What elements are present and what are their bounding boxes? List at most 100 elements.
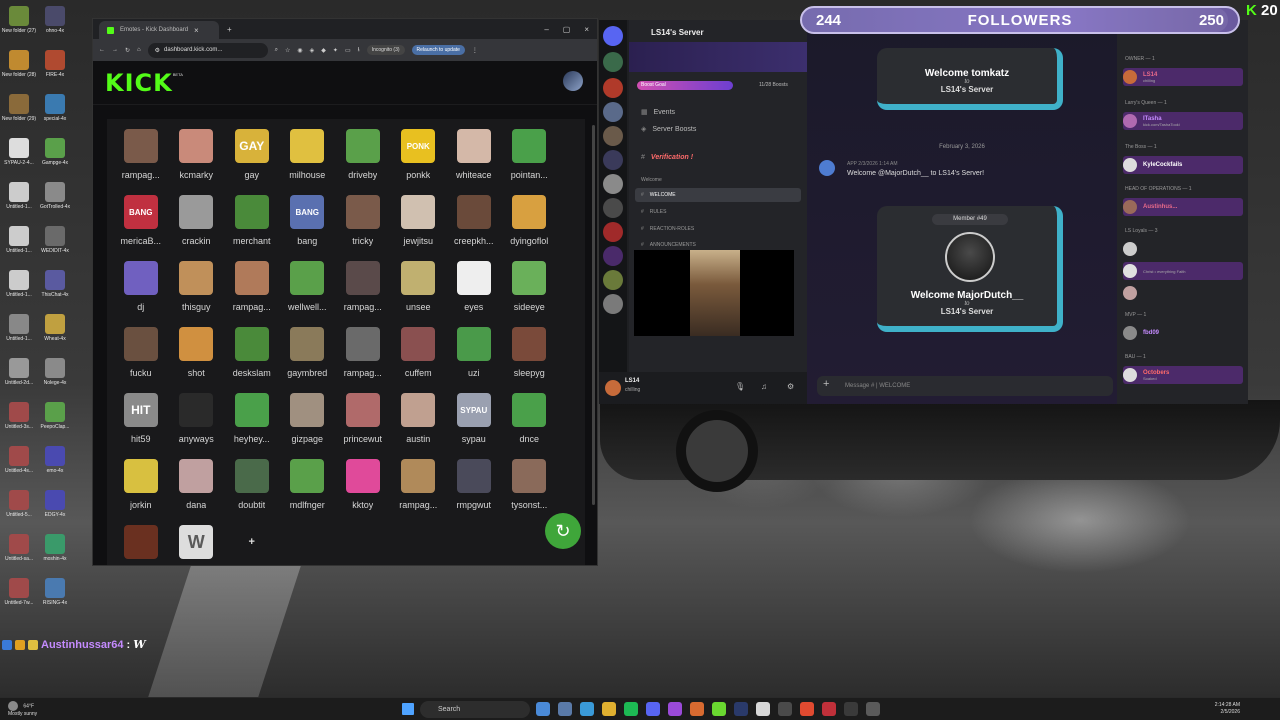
emote-item[interactable]: unsee: [391, 261, 447, 327]
desktop-icon[interactable]: PeepoClap...: [34, 402, 76, 430]
desktop-icon[interactable]: Wheat-4x: [34, 314, 76, 342]
emote-item[interactable]: BANG mericaB...: [113, 195, 169, 261]
desktop-icon[interactable]: ThisChat-4x: [34, 270, 76, 298]
app-icon[interactable]: [756, 702, 770, 716]
app-icon[interactable]: [690, 702, 704, 716]
app-icon[interactable]: [668, 702, 682, 716]
desktop-icon[interactable]: Nolege-4x: [34, 358, 76, 386]
support-button[interactable]: ↻: [545, 513, 581, 549]
emote-item[interactable]: crackin: [169, 195, 225, 261]
desktop-icon[interactable]: Gampge-4x: [34, 138, 76, 166]
kick-logo[interactable]: KICK: [105, 69, 173, 97]
site-info-icon[interactable]: ⚙: [155, 47, 160, 54]
emote-item[interactable]: rampag...: [391, 459, 447, 525]
extension-icon[interactable]: ◆: [321, 47, 326, 54]
emote-item[interactable]: princewut: [335, 393, 391, 459]
server-icon[interactable]: [603, 222, 623, 242]
emote-item[interactable]: pointan...: [502, 129, 558, 195]
member-item[interactable]: ITasha kick.com/TashaTooki: [1123, 112, 1243, 130]
browser-tab[interactable]: Emotes - Kick Dashboard ×: [99, 21, 219, 39]
emote-item[interactable]: mdlfnger: [280, 459, 336, 525]
zoom-icon[interactable]: ⌕: [275, 47, 278, 54]
edge-icon[interactable]: [580, 702, 594, 716]
home-icon[interactable]: ⌂: [137, 47, 141, 53]
emote-item[interactable]: rampag...: [335, 261, 391, 327]
emote-item[interactable]: milhouse: [280, 129, 336, 195]
server-name[interactable]: LS14's Server: [651, 28, 704, 37]
emote-item[interactable]: fucku: [113, 327, 169, 393]
emote-item[interactable]: shot: [169, 327, 225, 393]
bookmark-star-icon[interactable]: ☆: [285, 47, 290, 54]
emote-item[interactable]: deskslam: [224, 327, 280, 393]
minimize-icon[interactable]: –: [544, 25, 548, 34]
emote-item[interactable]: thisguy: [169, 261, 225, 327]
emote-item[interactable]: dj: [113, 261, 169, 327]
emote-item[interactable]: gaymbred: [280, 327, 336, 393]
emote-item[interactable]: PONK ponkk: [391, 129, 447, 195]
desktop-icon[interactable]: GotTrolled-4x: [34, 182, 76, 210]
extension-icon[interactable]: ◉: [297, 47, 302, 54]
app-icon[interactable]: [822, 702, 836, 716]
browser-menu-icon[interactable]: ⋮: [472, 47, 478, 54]
app-icon[interactable]: [844, 702, 858, 716]
events-item[interactable]: ▦ Events: [641, 108, 675, 116]
sidebar-icon[interactable]: ▭: [345, 47, 351, 54]
back-icon[interactable]: ←: [99, 47, 105, 53]
emote-item[interactable]: dana: [169, 459, 225, 525]
maximize-icon[interactable]: ▢: [563, 25, 571, 34]
emote-item[interactable]: cuffem: [391, 327, 447, 393]
emote-item[interactable]: sleepyg: [502, 327, 558, 393]
address-bar[interactable]: ⚙ dashboard.kick.com...: [147, 42, 268, 58]
desktop-icon[interactable]: emo-4x: [34, 446, 76, 474]
tab-close-icon[interactable]: ×: [194, 26, 199, 35]
member-item[interactable]: KyleCockfails: [1123, 156, 1243, 174]
desktop-icon[interactable]: special-4x: [34, 94, 76, 122]
desktop-icon[interactable]: moshin-4x: [34, 534, 76, 562]
emote-item[interactable]: rampag...: [113, 129, 169, 195]
emote-item[interactable]: creepkh...: [446, 195, 502, 261]
member-item[interactable]: Octobers Soaked: [1123, 366, 1243, 384]
discord-home-icon[interactable]: [603, 26, 623, 46]
server-icon[interactable]: [603, 102, 623, 122]
server-icon[interactable]: [603, 270, 623, 290]
emote-item[interactable]: tricky: [335, 195, 391, 261]
emote-item[interactable]: HIT hit59: [113, 393, 169, 459]
taskbar-search[interactable]: Search: [420, 701, 530, 718]
download-icon[interactable]: ⭳: [358, 45, 360, 55]
emote-item[interactable]: rampag...: [224, 261, 280, 327]
relaunch-button[interactable]: Relaunch to update: [411, 45, 465, 55]
category-welcome[interactable]: Welcome: [641, 177, 662, 183]
member-item[interactable]: [1123, 240, 1243, 258]
weather-widget[interactable]: 64°F Mostly sunny: [8, 701, 37, 718]
channel-rules[interactable]: # RULES: [641, 209, 666, 215]
emote-item[interactable]: eyes: [446, 261, 502, 327]
member-item[interactable]: Austinhus...: [1123, 198, 1243, 216]
photoshop-icon[interactable]: [734, 702, 748, 716]
emote-item[interactable]: rmpgwut: [446, 459, 502, 525]
server-icon[interactable]: [603, 174, 623, 194]
spotify-icon[interactable]: [624, 702, 638, 716]
file-explorer-icon[interactable]: [602, 702, 616, 716]
task-view-icon[interactable]: [558, 702, 572, 716]
forward-icon[interactable]: →: [112, 47, 118, 53]
extensions-puzzle-icon[interactable]: ✦: [333, 47, 338, 54]
channel-welcome[interactable]: # WELCOME: [641, 192, 676, 198]
obs-icon[interactable]: [866, 702, 880, 716]
desktop-icon[interactable]: FIRE-4x: [34, 50, 76, 78]
emote-item[interactable]: jorkin: [113, 459, 169, 525]
system-clock[interactable]: 2:14:28 AM 2/5/2026: [1215, 702, 1240, 716]
emote-item[interactable]: kktoy: [335, 459, 391, 525]
user-avatar[interactable]: [563, 71, 583, 91]
desktop-icon[interactable]: WEDIDIT-4x: [34, 226, 76, 254]
emote-item[interactable]: gizpage: [280, 393, 336, 459]
emote-item[interactable]: SYPAU sypau: [446, 393, 502, 459]
close-window-icon[interactable]: ×: [584, 25, 589, 34]
emote-item[interactable]: wellwell...: [280, 261, 336, 327]
emote-item[interactable]: sideeye: [502, 261, 558, 327]
server-icon[interactable]: [603, 246, 623, 266]
server-boosts-item[interactable]: ◈ Server Boosts: [641, 125, 696, 133]
discord-icon[interactable]: [646, 702, 660, 716]
user-avatar[interactable]: [605, 380, 621, 396]
emote-item[interactable]: anyways: [169, 393, 225, 459]
member-item[interactable]: LS14 chilling: [1123, 68, 1243, 86]
